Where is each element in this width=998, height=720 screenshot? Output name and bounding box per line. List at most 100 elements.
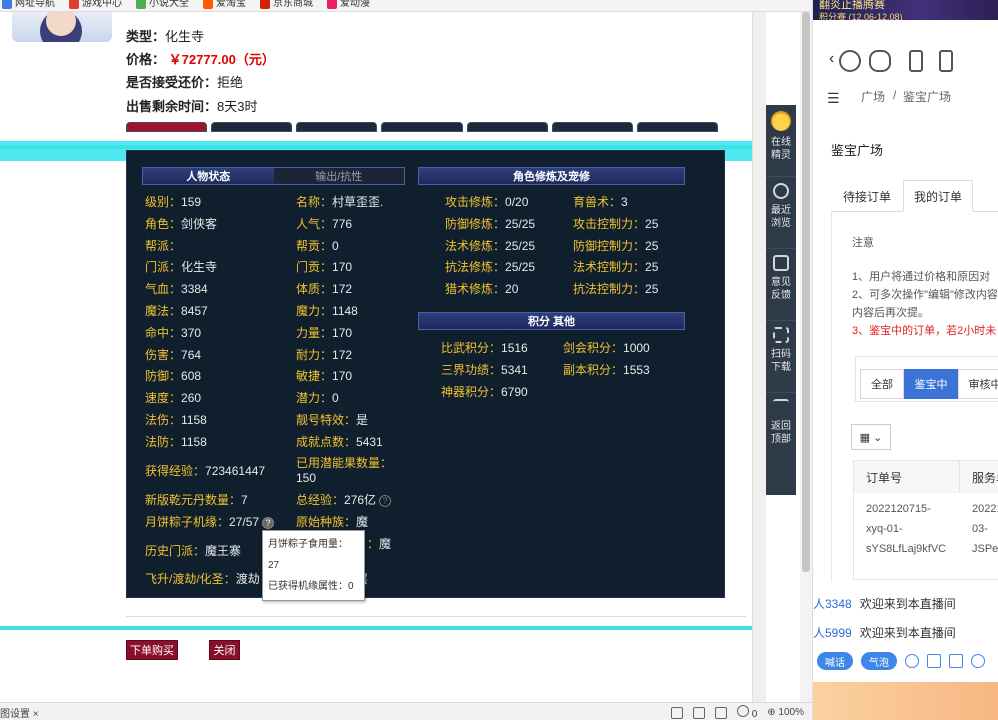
detail-tab[interactable] [466, 122, 548, 132]
stat-row-label: 防御 [145, 369, 170, 384]
event-banner[interactable]: 翻炎止播腾赛 积分赛 (12.06-12.08) [813, 0, 998, 20]
arrow-up-icon [773, 399, 789, 415]
stat-row: 法伤：1158 [145, 413, 207, 427]
bookmark-anime[interactable]: 爱动漫 [327, 0, 370, 11]
stat-row-label: 角色 [145, 216, 170, 231]
detail-tab[interactable] [296, 122, 378, 132]
filter-reviewing[interactable]: 审核中 [958, 369, 998, 399]
help-icon[interactable]: ? [379, 494, 392, 507]
scrollbar-thumb[interactable] [802, 12, 810, 572]
score-row-label: 副本积分 [563, 362, 612, 377]
column-toggle-button[interactable]: ▦ ⌄ [851, 424, 891, 450]
speaker-icon[interactable] [692, 706, 705, 719]
bookmark-novels[interactable]: 小说大全 [136, 0, 189, 11]
type-label: 类型 [126, 29, 153, 44]
dock-back-top[interactable]: 返回 顶部 [766, 393, 796, 465]
gift-strip[interactable] [813, 682, 998, 720]
dock-label: 返回 顶部 [771, 421, 791, 445]
chat-toolbar: 喊话 气泡 [813, 648, 998, 674]
control-row-label: 育兽术 [573, 195, 610, 209]
breadcrumb-square[interactable]: 广场 [861, 88, 885, 105]
dock-scan-download[interactable]: 扫码 下载 [766, 321, 796, 393]
chat-user[interactable]: 人5999 [813, 626, 852, 640]
col-service: 服务单 [960, 461, 998, 493]
status-left-text[interactable]: 图设置 × [0, 705, 39, 720]
mooncake-row-value: 27/57 [229, 515, 260, 529]
score-row-label: 比武积分 [441, 341, 490, 355]
stat-row: 靓号特效：是 [296, 413, 369, 427]
bookmark-games[interactable]: 游戏中心 [69, 0, 122, 11]
help-icon[interactable]: ? [262, 516, 275, 529]
detail-tab[interactable] [381, 122, 463, 132]
chat-text: 欢迎来到本直播间 [859, 597, 956, 611]
stat-row: 角色：剑侠客 [145, 216, 218, 231]
stat-row-value: 0 [332, 238, 339, 253]
race-row-tail: ：魔 [367, 535, 391, 552]
chat-text: 欢迎来到本直播间 [859, 626, 956, 640]
stat-row-value: 1158 [181, 434, 207, 449]
blocked-count[interactable]: 0 [736, 705, 757, 720]
stat-row-value: 8457 [181, 304, 208, 318]
stat-row: 法防：1158 [145, 434, 207, 449]
bookmark-taobao[interactable]: 爱淘宝 [203, 0, 246, 11]
stat-row: 门贡：170 [296, 260, 353, 275]
cultivation-row-value: 0/20 [505, 195, 529, 209]
stat-row: 魔力：1148 [296, 304, 358, 318]
clock-icon[interactable] [905, 654, 919, 668]
stat-row: 力量：170 [296, 325, 353, 340]
dock-feedback[interactable]: 意见 反馈 [766, 249, 796, 321]
scissors-icon[interactable] [927, 654, 941, 668]
dock-online-sprite[interactable]: 在线 精灵 [766, 105, 796, 177]
menu-icon[interactable]: ☰ [827, 90, 840, 107]
bookmark-nav[interactable]: 网址导航 [2, 0, 55, 11]
filter-all[interactable]: 全部 [860, 369, 904, 399]
stat-row-label: 耐力 [296, 347, 321, 362]
chat-user[interactable]: 人3348 [813, 597, 852, 611]
stat-row-label: 靓号特效 [296, 413, 345, 427]
zoom-control[interactable]: ⊕ 100% [767, 707, 804, 718]
right-scrollbar[interactable] [800, 12, 812, 702]
stat-row-value: 170 [332, 260, 353, 275]
detail-tab[interactable] [551, 122, 633, 132]
stat-row-value: 370 [181, 325, 202, 340]
shout-button[interactable]: 喊话 [817, 652, 853, 670]
detail-tab[interactable] [211, 122, 293, 132]
tab-output-resist[interactable]: 输出/抗性 [273, 168, 404, 184]
bookmarks-bar: 网址导航 游戏中心 小说大全 爱淘宝 京东商城 爱动漫 [0, 0, 812, 12]
site-logo [839, 46, 963, 74]
mooncake-row-label: 月饼粽子机缘 [145, 515, 218, 529]
stat-row-value: 是 [356, 413, 369, 427]
zoom-icon: ⊕ [767, 707, 776, 718]
block-icon [736, 705, 749, 717]
order-number-cell[interactable]: 2022120715- xyq-01- sYS8LfLaj9kfVC [854, 499, 960, 559]
lock-icon[interactable] [714, 706, 727, 719]
stat-row-label: 帮贡 [296, 238, 321, 253]
breadcrumb-appraisal[interactable]: 鉴宝广场 [903, 88, 951, 105]
price-value: ￥72777.00（元） [168, 52, 275, 67]
tab-pending-orders[interactable]: 待接订单 [831, 180, 903, 212]
control-row: 防御控制力：25 [573, 238, 659, 253]
detail-tab[interactable] [126, 122, 208, 132]
stat-row-label: 体质 [296, 282, 321, 297]
close-button[interactable]: 关闭 [209, 640, 240, 660]
page-title: 鉴宝广场 [831, 143, 884, 158]
orders-table: 订单号 服务单 2022120715- xyq-01- sYS8LfLaj9kf… [853, 460, 998, 580]
appraisal-panel: 翻炎止播腾赛 积分赛 (12.06-12.08) ‹ ☰ 广场 / 鉴宝广场 鉴宝… [812, 0, 998, 720]
detail-tab[interactable] [636, 122, 718, 132]
stat-row-value: 剑侠客 [181, 216, 218, 231]
back-arrow-icon[interactable]: ‹ [829, 50, 834, 68]
buy-button[interactable]: 下单购买 [126, 640, 178, 660]
image-icon[interactable] [949, 654, 963, 668]
divider [126, 616, 746, 617]
panel-top-bar: ‹ [813, 42, 998, 78]
page-scrollbar[interactable] [752, 12, 766, 702]
filter-appraising[interactable]: 鉴宝中 [904, 369, 958, 399]
bubble-button[interactable]: 气泡 [861, 652, 897, 670]
tab-character-status[interactable]: 人物状态 [143, 168, 274, 184]
bookmark-jd[interactable]: 京东商城 [260, 0, 313, 11]
shield-icon[interactable] [670, 706, 683, 719]
total-exp-row-value: 276亿 [344, 493, 377, 507]
more-icon[interactable] [971, 654, 985, 668]
dock-recent[interactable]: 最近 浏览 [766, 177, 796, 249]
tab-my-orders[interactable]: 我的订单 [903, 180, 973, 212]
